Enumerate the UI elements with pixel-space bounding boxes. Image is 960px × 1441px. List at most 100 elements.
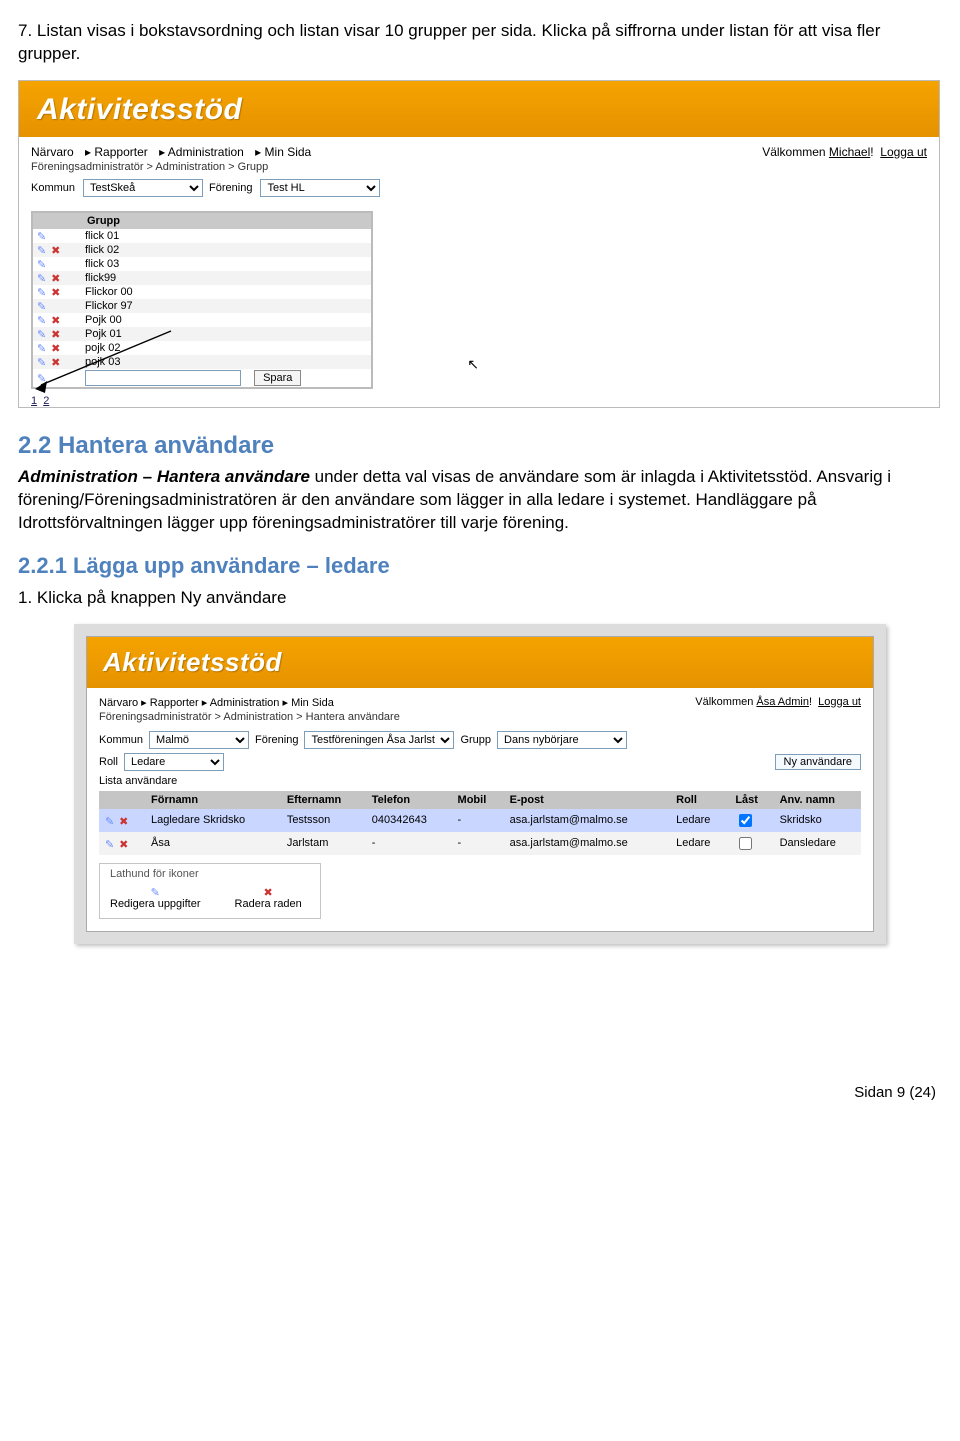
pencil-icon[interactable]: ✎ bbox=[37, 258, 48, 269]
filter-bar-2: Roll Ledare Ny användare bbox=[87, 753, 873, 775]
table-row[interactable]: ✎Flickor 97 bbox=[32, 299, 372, 313]
menu-minsida[interactable]: Min Sida bbox=[291, 697, 334, 709]
cell: 040342643 bbox=[366, 809, 452, 832]
locked-checkbox[interactable] bbox=[739, 814, 752, 827]
pencil-icon[interactable]: ✎ bbox=[105, 815, 116, 826]
welcome-user[interactable]: Michael bbox=[829, 145, 870, 159]
heading-2-2-1: 2.2.1 Lägga upp användare – ledare bbox=[18, 553, 942, 579]
menu-rapporter[interactable]: Rapporter bbox=[150, 697, 199, 709]
pencil-icon[interactable]: ✎ bbox=[37, 230, 48, 241]
delete-icon[interactable]: ✖ bbox=[51, 314, 62, 325]
legend-edit-label: Redigera uppgifter bbox=[110, 898, 201, 910]
delete-icon[interactable]: ✖ bbox=[51, 272, 62, 283]
top-menubar: Närvaro ▸ Rapporter ▸ Administration ▸ M… bbox=[87, 688, 873, 711]
screenshot-grupp: Aktivitetsstöd Närvaro ▸ Rapporter ▸ Adm… bbox=[18, 80, 940, 408]
pencil-icon[interactable]: ✎ bbox=[37, 244, 48, 255]
logout-link[interactable]: Logga ut bbox=[818, 696, 861, 708]
cell: Skridsko bbox=[774, 809, 861, 832]
pencil-icon[interactable]: ✎ bbox=[105, 838, 116, 849]
welcome-text: Välkommen Michael! Logga ut bbox=[762, 145, 927, 159]
cell: flick 02 bbox=[81, 243, 372, 257]
delete-icon[interactable]: ✖ bbox=[51, 244, 62, 255]
col-mobil: Mobil bbox=[452, 791, 504, 809]
filter-bar: Kommun Malmö Förening Testföreningen Åsa… bbox=[87, 727, 873, 753]
pencil-icon[interactable]: ✎ bbox=[37, 314, 48, 325]
cell: flick 01 bbox=[81, 229, 372, 243]
table-row[interactable]: ✎ ✖ flick 02 bbox=[32, 243, 372, 257]
cell: Flickor 00 bbox=[81, 285, 372, 299]
select-forening[interactable]: Test HL bbox=[260, 179, 380, 197]
select-forening[interactable]: Testföreningen Åsa Jarlstar bbox=[304, 731, 454, 749]
app-title-banner: Aktivitetsstöd bbox=[87, 637, 873, 688]
intro-paragraph: 7. Listan visas i bokstavsordning och li… bbox=[18, 20, 942, 66]
page-footer: Sidan 9 (24) bbox=[18, 1084, 942, 1101]
col-grupp: Grupp bbox=[81, 212, 372, 229]
label-kommun: Kommun bbox=[31, 182, 75, 194]
cell: Ledare bbox=[670, 832, 729, 855]
label-grupp: Grupp bbox=[460, 734, 491, 746]
cell: flick 03 bbox=[81, 257, 372, 271]
delete-icon: ✖ bbox=[263, 886, 274, 897]
menu-narvaro[interactable]: Närvaro bbox=[31, 145, 74, 159]
pencil-icon[interactable]: ✎ bbox=[37, 300, 48, 311]
step-1: 1. Klicka på knappen Ny användare bbox=[18, 587, 942, 610]
table-row[interactable]: ✎ ✖flick99 bbox=[32, 271, 372, 285]
delete-icon[interactable]: ✖ bbox=[51, 286, 62, 297]
col-fornamn: Förnamn bbox=[145, 791, 281, 809]
cell: Testsson bbox=[281, 809, 366, 832]
pencil-icon[interactable]: ✎ bbox=[37, 272, 48, 283]
select-kommun[interactable]: Malmö bbox=[149, 731, 249, 749]
label-forening: Förening bbox=[255, 734, 298, 746]
cell: Åsa bbox=[145, 832, 281, 855]
delete-icon[interactable]: ✖ bbox=[119, 815, 130, 826]
cell: - bbox=[452, 832, 504, 855]
cell: Dansledare bbox=[774, 832, 861, 855]
cell: asa.jarlstam@malmo.se bbox=[504, 809, 671, 832]
cell: Ledare bbox=[670, 809, 729, 832]
table-row[interactable]: ✎ ✖ Åsa Jarlstam - - asa.jarlstam@malmo.… bbox=[99, 832, 861, 855]
cell: - bbox=[452, 809, 504, 832]
menu-narvaro[interactable]: Närvaro bbox=[99, 697, 138, 709]
cursor-icon: ↖ bbox=[467, 356, 479, 373]
welcome-prefix: Välkommen bbox=[762, 145, 829, 159]
welcome-text: Välkommen Åsa Admin! Logga ut bbox=[695, 696, 861, 709]
menu-administration[interactable]: Administration bbox=[210, 697, 280, 709]
delete-icon[interactable]: ✖ bbox=[119, 838, 130, 849]
para-2-2: Administration – Hantera användare under… bbox=[18, 466, 942, 535]
menu-minsida[interactable]: Min Sida bbox=[265, 145, 312, 159]
col-roll: Roll bbox=[670, 791, 729, 809]
pencil-icon: ✎ bbox=[150, 886, 161, 897]
select-roll[interactable]: Ledare bbox=[124, 753, 224, 771]
heading-2-2: 2.2 Hantera användare bbox=[18, 432, 942, 460]
save-button[interactable]: Spara bbox=[254, 370, 301, 386]
icon-legend: Lathund för ikoner ✎ Redigera uppgifter … bbox=[99, 863, 321, 919]
pencil-icon[interactable]: ✎ bbox=[37, 286, 48, 297]
new-user-button[interactable]: Ny användare bbox=[775, 754, 862, 770]
select-grupp[interactable]: Dans nybörjare bbox=[497, 731, 627, 749]
menu-rapporter[interactable]: Rapporter bbox=[94, 145, 147, 159]
locked-checkbox[interactable] bbox=[739, 837, 752, 850]
logout-link[interactable]: Logga ut bbox=[880, 145, 927, 159]
col-efternamn: Efternamn bbox=[281, 791, 366, 809]
table-row[interactable]: ✎ ✖ Lagledare Skridsko Testsson 04034264… bbox=[99, 809, 861, 832]
table-row[interactable]: ✎ ✖ Flickor 00 bbox=[32, 285, 372, 299]
select-kommun[interactable]: TestSkeå bbox=[83, 179, 203, 197]
filter-bar: Kommun TestSkeå Förening Test HL bbox=[19, 177, 939, 205]
user-table: Förnamn Efternamn Telefon Mobil E-post R… bbox=[99, 791, 861, 855]
label-forening: Förening bbox=[209, 182, 252, 194]
col-epost: E-post bbox=[504, 791, 671, 809]
top-menubar: Närvaro ▸ Rapporter ▸ Administration ▸ M… bbox=[19, 137, 939, 161]
legend-delete-label: Radera raden bbox=[235, 898, 302, 910]
breadcrumb: Föreningsadministratör > Administration … bbox=[87, 711, 873, 727]
app-title-banner: Aktivitetsstöd bbox=[19, 81, 939, 137]
table-row[interactable]: ✎ flick 01 bbox=[32, 229, 372, 243]
cell: Lagledare Skridsko bbox=[145, 809, 281, 832]
menu-administration[interactable]: Administration bbox=[168, 145, 244, 159]
cell: Pojk 00 bbox=[81, 313, 372, 327]
cell: asa.jarlstam@malmo.se bbox=[504, 832, 671, 855]
welcome-user[interactable]: Åsa Admin bbox=[756, 696, 809, 708]
table-row[interactable]: ✎ flick 03 bbox=[32, 257, 372, 271]
col-icons bbox=[99, 791, 145, 809]
table-row[interactable]: ✎ ✖ Pojk 00 bbox=[32, 313, 372, 327]
para-2-2-lead: Administration – Hantera användare bbox=[18, 467, 310, 486]
